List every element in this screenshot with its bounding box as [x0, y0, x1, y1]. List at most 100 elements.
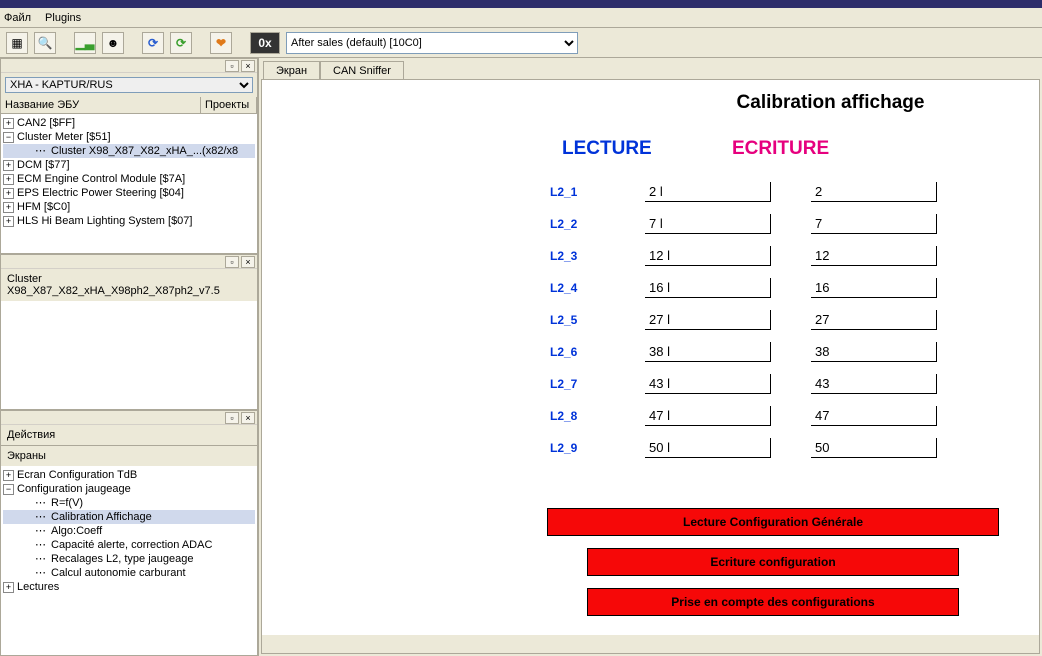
- heart-icon[interactable]: ❤: [210, 32, 232, 54]
- panel-detach-icon[interactable]: ▫: [225, 256, 239, 268]
- tree-item[interactable]: +Ecran Configuration TdB: [3, 468, 255, 482]
- expand-icon[interactable]: +: [3, 174, 14, 185]
- expand-icon[interactable]: +: [3, 470, 14, 481]
- expand-icon[interactable]: +: [3, 202, 14, 213]
- ecriture-config-button[interactable]: Ecriture configuration: [587, 548, 959, 576]
- lecture-input[interactable]: [645, 214, 771, 234]
- lecture-input[interactable]: [645, 342, 771, 362]
- panel-detach-icon[interactable]: ▫: [225, 60, 239, 72]
- lecture-input[interactable]: [645, 374, 771, 394]
- qr-icon[interactable]: ▦: [6, 32, 28, 54]
- tree-item-label: Capacité alerte, correction ADAC: [51, 538, 212, 552]
- col-projects[interactable]: Проекты: [201, 97, 257, 113]
- tree-item-label: Recalages L2, type jaugeage: [51, 552, 194, 566]
- ecriture-input[interactable]: [811, 246, 937, 266]
- tree-connector-icon: ⋯: [35, 566, 49, 580]
- panel-detach-icon[interactable]: ▫: [225, 412, 239, 424]
- ecriture-input[interactable]: [811, 406, 937, 426]
- row-label: L2_7: [550, 377, 645, 391]
- actions-label: Действия: [1, 425, 257, 445]
- data-row: L2_4: [302, 278, 999, 298]
- tree-item[interactable]: +CAN2 [$FF]: [3, 116, 255, 130]
- data-row: L2_6: [302, 342, 999, 362]
- expand-icon[interactable]: +: [3, 160, 14, 171]
- expand-icon[interactable]: +: [3, 216, 14, 227]
- tree-connector-icon: ⋯: [35, 524, 49, 538]
- tree-item-label: EPS Electric Power Steering [$04]: [17, 186, 184, 200]
- expand-icon[interactable]: −: [3, 484, 14, 495]
- lecture-input[interactable]: [645, 310, 771, 330]
- tree-item[interactable]: +ECM Engine Control Module [$7A]: [3, 172, 255, 186]
- tree-item[interactable]: ⋯Calibration Affichage: [3, 510, 255, 524]
- data-row: L2_8: [302, 406, 999, 426]
- vehicle-select[interactable]: XHA - KAPTUR/RUS: [5, 77, 253, 93]
- search-icon[interactable]: 🔍: [34, 32, 56, 54]
- screens-label: Экраны: [1, 445, 257, 466]
- chart-icon[interactable]: ▁▃: [74, 32, 96, 54]
- session-select[interactable]: After sales (default) [10C0]: [286, 32, 578, 54]
- play-icon[interactable]: ⟳: [170, 32, 192, 54]
- row-label: L2_4: [550, 281, 645, 295]
- ecriture-input[interactable]: [811, 438, 937, 458]
- prise-compte-button[interactable]: Prise en compte des configurations: [587, 588, 959, 616]
- lecture-header: LECTURE: [562, 138, 732, 160]
- tree-item[interactable]: −Configuration jaugeage: [3, 482, 255, 496]
- data-row: L2_5: [302, 310, 999, 330]
- lecture-input[interactable]: [645, 278, 771, 298]
- refresh-icon[interactable]: ⟳: [142, 32, 164, 54]
- row-label: L2_6: [550, 345, 645, 359]
- tree-item[interactable]: −Cluster Meter [$51]: [3, 130, 255, 144]
- row-label: L2_5: [550, 313, 645, 327]
- tree-item[interactable]: +EPS Electric Power Steering [$04]: [3, 186, 255, 200]
- tree-item[interactable]: +HFM [$C0]: [3, 200, 255, 214]
- lecture-input[interactable]: [645, 246, 771, 266]
- tab-cansniffer[interactable]: CAN Sniffer: [320, 61, 404, 80]
- ecriture-header: ECRITURE: [732, 138, 829, 160]
- ecriture-input[interactable]: [811, 310, 937, 330]
- panel-close-icon[interactable]: ×: [241, 412, 255, 424]
- tree-connector-icon: ⋯: [35, 144, 49, 158]
- tree-connector-icon: ⋯: [35, 510, 49, 524]
- lecture-input[interactable]: [645, 438, 771, 458]
- toolbar: ▦ 🔍 ▁▃ ☻ ⟳ ⟳ ❤ 0x After sales (default) …: [0, 28, 1042, 58]
- tree-item-label: Ecran Configuration TdB: [17, 468, 137, 482]
- hex-button[interactable]: 0x: [250, 32, 280, 54]
- ecriture-input[interactable]: [811, 182, 937, 202]
- tree-item-label: Cluster Meter [$51]: [17, 130, 111, 144]
- tab-screen[interactable]: Экран: [263, 61, 320, 80]
- panel-close-icon[interactable]: ×: [241, 256, 255, 268]
- tree-item-label: HFM [$C0]: [17, 200, 70, 214]
- expand-icon[interactable]: +: [3, 118, 14, 129]
- expand-icon[interactable]: +: [3, 188, 14, 199]
- tree-item[interactable]: +HLS Hi Beam Lighting System [$07]: [3, 214, 255, 228]
- lecture-input[interactable]: [645, 182, 771, 202]
- tree-item[interactable]: ⋯Calcul autonomie carburant: [3, 566, 255, 580]
- tree-item[interactable]: ⋯Recalages L2, type jaugeage: [3, 552, 255, 566]
- expand-icon[interactable]: +: [3, 582, 14, 593]
- row-label: L2_1: [550, 185, 645, 199]
- tree-item[interactable]: +Lectures: [3, 580, 255, 594]
- ecriture-input[interactable]: [811, 214, 937, 234]
- content-scrollbar[interactable]: [262, 635, 1039, 653]
- expand-icon[interactable]: −: [3, 132, 14, 143]
- tree-item[interactable]: ⋯Capacité alerte, correction ADAC: [3, 538, 255, 552]
- tree-item[interactable]: ⋯R=f(V): [3, 496, 255, 510]
- row-label: L2_9: [550, 441, 645, 455]
- ecriture-input[interactable]: [811, 278, 937, 298]
- tree-item[interactable]: +DCM [$77]: [3, 158, 255, 172]
- tree-item[interactable]: ⋯Algo:Coeff: [3, 524, 255, 538]
- tree-connector-icon: ⋯: [35, 552, 49, 566]
- lecture-input[interactable]: [645, 406, 771, 426]
- tree-item[interactable]: ⋯Cluster X98_X87_X82_xHA_... (x82/x8: [3, 144, 255, 158]
- ecriture-input[interactable]: [811, 342, 937, 362]
- titlebar: [0, 0, 1042, 8]
- menu-plugins[interactable]: Plugins: [45, 12, 81, 24]
- tree-item-label: HLS Hi Beam Lighting System [$07]: [17, 214, 192, 228]
- data-row: L2_2: [302, 214, 999, 234]
- panel-close-icon[interactable]: ×: [241, 60, 255, 72]
- ecriture-input[interactable]: [811, 374, 937, 394]
- lecture-config-button[interactable]: Lecture Configuration Générale: [547, 508, 999, 536]
- col-name[interactable]: Название ЭБУ: [1, 97, 201, 113]
- menu-file[interactable]: Файл: [4, 12, 31, 24]
- face-icon[interactable]: ☻: [102, 32, 124, 54]
